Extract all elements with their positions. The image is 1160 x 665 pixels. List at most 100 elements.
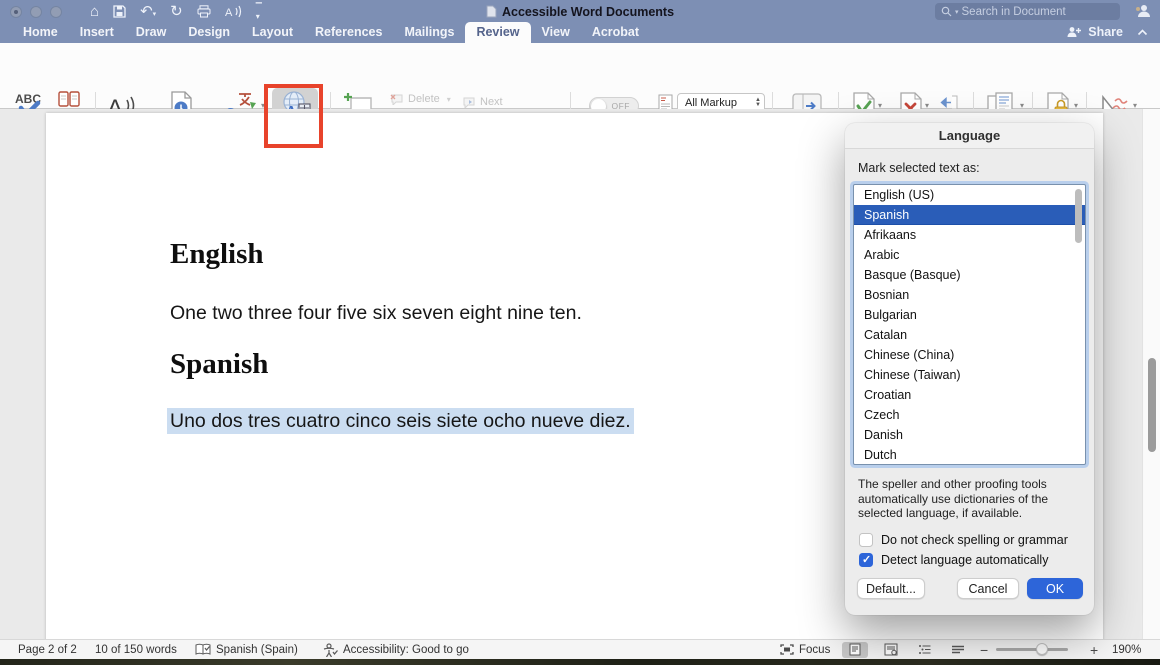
select-stepper-icon: ▲▼ <box>755 98 761 108</box>
home-icon[interactable]: ⌂ <box>90 4 99 19</box>
tab-home[interactable]: Home <box>12 22 69 43</box>
minimize-button[interactable] <box>30 6 42 18</box>
focus-button[interactable]: Focus <box>780 640 830 659</box>
zoom-level[interactable]: 190% <box>1112 640 1141 659</box>
draft-view-button[interactable] <box>945 642 971 658</box>
desktop-background-strip <box>0 659 1160 665</box>
markup-view-value: All Markup <box>685 97 737 109</box>
language-option[interactable]: Arabic <box>854 245 1085 265</box>
no-spellcheck-checkbox[interactable] <box>859 533 873 547</box>
zoom-slider-knob[interactable] <box>1036 643 1048 655</box>
next-label: Next <box>480 96 503 108</box>
language-list[interactable]: English (US)SpanishAfrikaansArabicBasque… <box>853 184 1086 465</box>
read-aloud-icon[interactable]: A <box>225 5 242 18</box>
list-scrollbar-thumb[interactable] <box>1075 189 1082 243</box>
accessibility-person-icon <box>322 643 338 657</box>
zoom-out-button[interactable]: − <box>980 640 988 659</box>
delete-label: Delete <box>408 93 440 105</box>
document-area: English One two three four five six seve… <box>0 109 1160 639</box>
tab-acrobat[interactable]: Acrobat <box>581 22 650 43</box>
dialog-title-bar[interactable]: Language <box>845 123 1094 149</box>
tab-review[interactable]: Review <box>465 22 530 43</box>
web-layout-view-button[interactable] <box>878 642 904 658</box>
tab-design[interactable]: Design <box>177 22 241 43</box>
window-title: Accessible Word Documents <box>502 5 674 19</box>
proofing-book-icon <box>195 643 211 656</box>
ok-button[interactable]: OK <box>1027 578 1083 599</box>
tab-view[interactable]: View <box>531 22 581 43</box>
language-option[interactable]: Bosnian <box>854 285 1085 305</box>
print-icon[interactable] <box>197 5 211 18</box>
vertical-scrollbar[interactable] <box>1142 109 1160 639</box>
search-field[interactable]: ▾ Search in Document <box>935 3 1120 20</box>
detect-language-checkbox[interactable] <box>859 553 873 567</box>
paragraph-spanish: Uno dos tres cuatro cinco seis siete och… <box>167 410 634 433</box>
outline-view-button[interactable] <box>912 642 938 658</box>
detect-language-row: Detect language automatically <box>859 553 1048 567</box>
redo-icon[interactable]: ↻ <box>170 4 183 19</box>
delete-comment-icon <box>390 94 403 105</box>
language-option[interactable]: Croatian <box>854 385 1085 405</box>
accessibility-status-text: Accessibility: Good to go <box>343 644 469 656</box>
thesaurus-icon[interactable] <box>58 91 80 108</box>
customize-toolbar-icon[interactable]: ▔▾ <box>256 3 262 21</box>
tab-mailings[interactable]: Mailings <box>393 22 465 43</box>
undo-button[interactable]: ↶▾ <box>140 3 156 21</box>
draft-view-icon <box>951 645 965 655</box>
detect-language-label: Detect language automatically <box>881 553 1048 567</box>
heading-spanish: Spanish <box>170 348 268 381</box>
language-option[interactable]: Catalan <box>854 325 1085 345</box>
scrollbar-thumb[interactable] <box>1148 358 1156 452</box>
proofing-status[interactable]: Spanish (Spain) <box>195 640 298 659</box>
tab-draw[interactable]: Draw <box>125 22 178 43</box>
title-bar: ⌂ ↶▾ ↻ A ▔▾ Accessible Word Documents ▾ … <box>0 0 1160 23</box>
word-count[interactable]: 10 of 150 words <box>95 640 177 659</box>
share-button[interactable]: Share <box>1088 25 1123 39</box>
share-icon <box>1067 26 1082 38</box>
previous-change-icon[interactable] <box>940 95 958 110</box>
tab-layout[interactable]: Layout <box>241 22 304 43</box>
tab-list: HomeInsertDrawDesignLayoutReferencesMail… <box>12 23 650 43</box>
ribbon-tab-bar: HomeInsertDrawDesignLayoutReferencesMail… <box>0 23 1160 43</box>
cancel-button[interactable]: Cancel <box>957 578 1019 599</box>
language-dialog: Language Mark selected text as: English … <box>845 123 1094 615</box>
zoom-in-button[interactable]: + <box>1090 640 1098 659</box>
selected-text: Uno dos tres cuatro cinco seis siete och… <box>167 408 634 434</box>
next-comment-icon <box>462 97 475 108</box>
dialog-description: The speller and other proofing tools aut… <box>858 477 1082 521</box>
zoom-slider-track[interactable] <box>996 648 1068 651</box>
close-button[interactable] <box>10 6 22 18</box>
collapse-ribbon-icon[interactable] <box>1137 29 1148 36</box>
print-layout-view-button[interactable] <box>842 642 868 658</box>
tab-insert[interactable]: Insert <box>69 22 125 43</box>
search-placeholder: Search in Document <box>962 6 1066 18</box>
dialog-title: Language <box>939 128 1000 143</box>
zoom-slider[interactable] <box>996 640 1068 659</box>
language-option[interactable]: Chinese (Taiwan) <box>854 365 1085 385</box>
web-layout-icon <box>884 643 898 656</box>
outline-view-icon <box>918 644 932 655</box>
delete-comment-button[interactable]: Delete▾ <box>390 93 451 105</box>
language-option[interactable]: English (US) <box>854 185 1085 205</box>
page-indicator[interactable]: Page 2 of 2 <box>18 640 77 659</box>
default-button[interactable]: Default... <box>857 578 925 599</box>
heading-english: English <box>170 238 264 271</box>
save-icon[interactable] <box>113 5 126 18</box>
document-icon <box>486 5 497 18</box>
language-option[interactable]: Spanish <box>854 205 1085 225</box>
accessibility-status[interactable]: Accessibility: Good to go <box>322 640 469 659</box>
language-option[interactable]: Basque (Basque) <box>854 265 1085 285</box>
search-icon <box>941 6 952 17</box>
next-comment-button[interactable]: Next <box>462 96 503 108</box>
language-option[interactable]: Afrikaans <box>854 225 1085 245</box>
traffic-lights <box>10 6 62 18</box>
language-option[interactable]: Chinese (China) <box>854 345 1085 365</box>
ribbon: ABC Spelling & Grammar ABC123 A Read Alo… <box>0 43 1160 109</box>
language-option[interactable]: Dutch <box>854 445 1085 465</box>
language-option[interactable]: Danish <box>854 425 1085 445</box>
zoom-window-button[interactable] <box>50 6 62 18</box>
tab-references[interactable]: References <box>304 22 393 43</box>
account-icon[interactable] <box>1134 3 1150 19</box>
language-option[interactable]: Czech <box>854 405 1085 425</box>
language-option[interactable]: Bulgarian <box>854 305 1085 325</box>
